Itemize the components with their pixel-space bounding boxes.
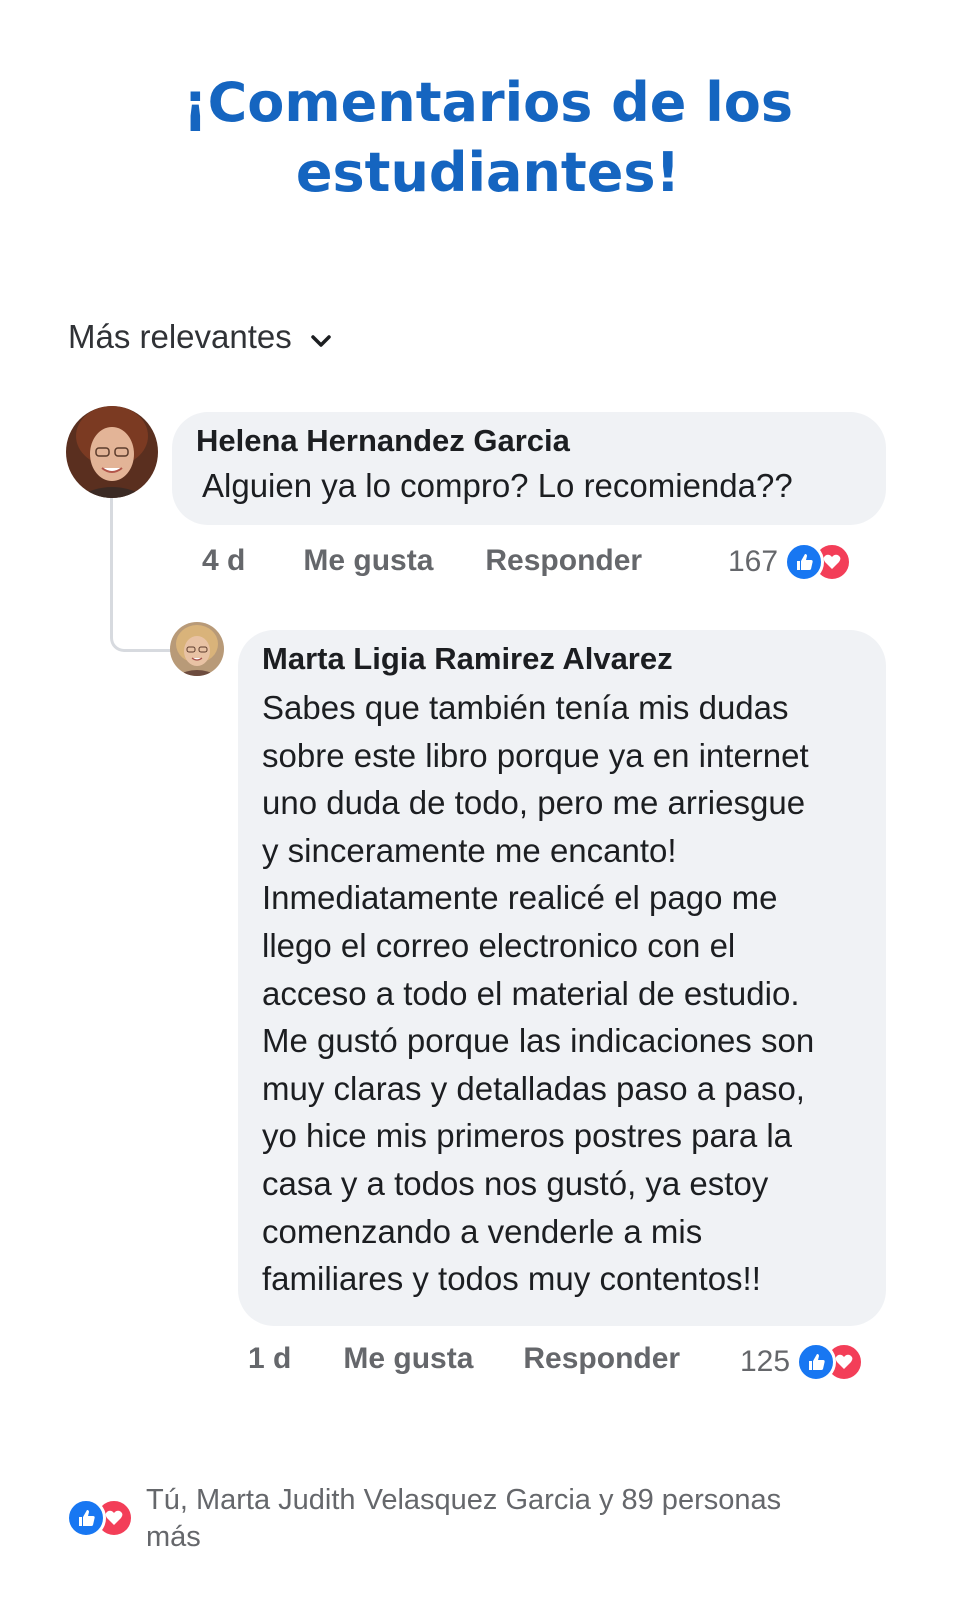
- comment-line: Inmediatamente realicé el pago me: [262, 879, 778, 917]
- chevron-down-icon: [308, 324, 334, 350]
- comment-text: Alguien ya lo compro? Lo recomienda??: [202, 467, 793, 504]
- comment-line: familiares y todos muy contentos!!: [262, 1260, 761, 1298]
- headline-line-1: ¡Comentarios de los: [183, 71, 793, 134]
- post-reactions-summary[interactable]: Tú, Marta Judith Velasquez Garcia y 89 p…: [66, 1482, 866, 1556]
- reactions-summary-text: Tú, Marta Judith Velasquez Garcia y 89 p…: [146, 1482, 781, 1556]
- reaction-summary[interactable]: 167: [728, 542, 853, 582]
- sort-dropdown[interactable]: Más relevantes: [68, 318, 334, 356]
- avatar[interactable]: [170, 622, 224, 676]
- comment-text: Sabes que también tenía mis dudas sobre …: [262, 684, 886, 1303]
- comment-line: comenzando a venderle a mis: [262, 1212, 703, 1250]
- comment-actions: 4 d Me gusta Responder: [202, 544, 642, 578]
- comment-line: muy claras y detalladas paso a paso,: [262, 1069, 805, 1107]
- comment-bubble: Helena Hernandez Garcia Alguien ya lo co…: [172, 412, 886, 525]
- comment-actions: 1 d Me gusta Responder: [248, 1342, 680, 1376]
- reaction-count: 125: [740, 1345, 791, 1378]
- comment-line: uno duda de todo, pero me arriesgue: [262, 784, 806, 822]
- comment-line: y sinceramente me encanto!: [262, 831, 677, 869]
- comment-line: yo hice mis primeros postres para la: [262, 1117, 793, 1155]
- comment-time[interactable]: 4 d: [202, 544, 245, 578]
- comment-line: llego el correo electronico con el: [262, 926, 736, 964]
- reply-button[interactable]: Responder: [523, 1342, 680, 1376]
- headline-line-2: estudiantes!: [295, 141, 681, 204]
- reply-thread-line: [110, 496, 174, 652]
- like-icon: [796, 1342, 837, 1382]
- comment-line: acceso a todo el material de estudio.: [262, 974, 800, 1012]
- reaction-icons: [66, 1498, 134, 1538]
- reaction-count: 167: [728, 545, 779, 578]
- reactions-summary-line-1: Tú, Marta Judith Velasquez Garcia y 89 p…: [146, 1484, 782, 1516]
- like-button[interactable]: Me gusta: [343, 1342, 473, 1376]
- reaction-summary[interactable]: 125: [740, 1342, 865, 1382]
- sort-label: Más relevantes: [68, 318, 292, 355]
- like-icon: [66, 1498, 106, 1538]
- reply-button[interactable]: Responder: [485, 544, 642, 578]
- page-headline: ¡Comentarios de los estudiantes!: [0, 68, 976, 208]
- reactions-summary-line-2: más: [146, 1521, 201, 1553]
- comment-bubble: Marta Ligia Ramirez Alvarez Sabes que ta…: [238, 630, 886, 1326]
- comment-time[interactable]: 1 d: [248, 1342, 291, 1376]
- comment-author[interactable]: Helena Hernandez Garcia: [196, 422, 886, 460]
- reaction-icons: [784, 542, 853, 582]
- like-button[interactable]: Me gusta: [303, 544, 433, 578]
- comment-author[interactable]: Marta Ligia Ramirez Alvarez: [262, 640, 886, 678]
- like-icon: [784, 542, 825, 582]
- comment-line: sobre este libro porque ya en internet: [262, 736, 809, 774]
- comment-line: Sabes que también tenía mis dudas: [262, 689, 789, 726]
- comments-page: ¡Comentarios de los estudiantes! Más rel…: [0, 0, 976, 1600]
- reaction-icons: [796, 1342, 865, 1382]
- comment-line: Me gustó porque las indicaciones son: [262, 1022, 815, 1060]
- comment-line: casa y a todos nos gustó, ya estoy: [262, 1164, 769, 1202]
- profile-photo-icon: [170, 622, 224, 676]
- avatar[interactable]: [66, 406, 158, 498]
- profile-photo-icon: [66, 406, 158, 498]
